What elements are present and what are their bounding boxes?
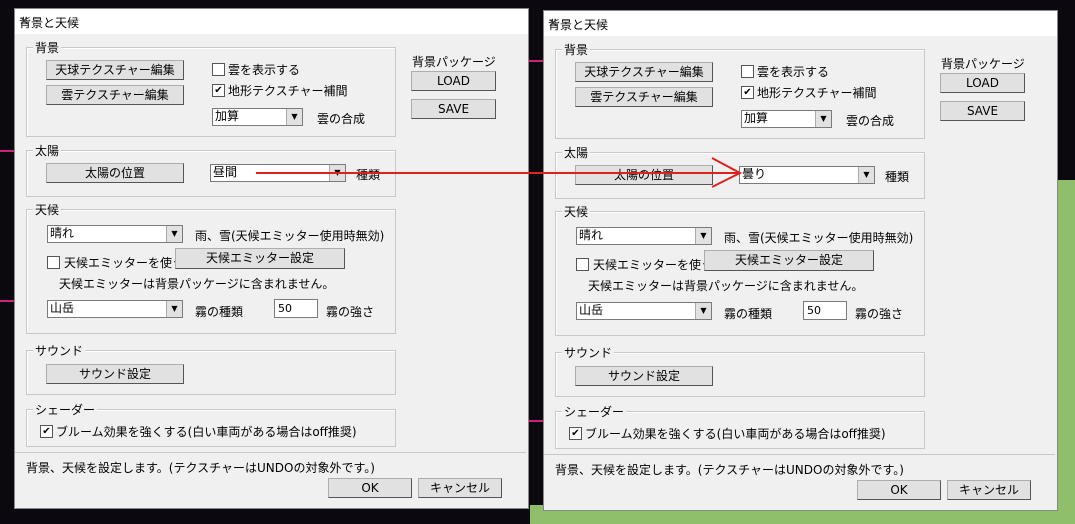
annotation-arrow bbox=[256, 157, 743, 188]
